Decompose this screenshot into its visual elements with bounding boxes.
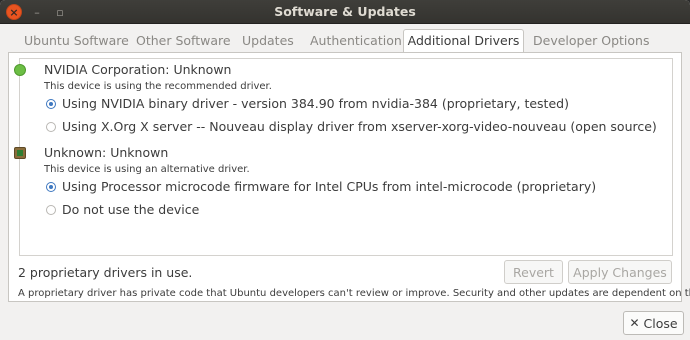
tab-ubuntu-software[interactable]: Ubuntu Software <box>24 30 129 52</box>
title-bar: × – ▫ Software & Updates <box>0 0 690 24</box>
driver-option-label: Do not use the device <box>62 202 200 217</box>
proprietary-driver-footnote: A proprietary driver has private code th… <box>18 288 690 299</box>
radio-selected[interactable] <box>46 182 56 192</box>
tab-other-software[interactable]: Other Software <box>136 30 231 52</box>
tab-additional-drivers[interactable]: Additional Drivers <box>403 29 524 53</box>
close-button-label: Close <box>643 315 678 331</box>
tab-authentication[interactable]: Authentication <box>310 30 402 52</box>
device-name: NVIDIA Corporation: Unknown <box>44 62 232 77</box>
driver-option-label: Using NVIDIA binary driver - version 384… <box>62 96 569 111</box>
device-status-note: This device is using an alternative driv… <box>44 164 250 175</box>
close-icon: ✕ <box>629 316 640 330</box>
driver-status-text: 2 proprietary drivers in use. <box>18 265 193 280</box>
radio-selected[interactable] <box>46 99 56 109</box>
window-title: Software & Updates <box>274 4 416 19</box>
tab-developer-options[interactable]: Developer Options <box>533 30 650 52</box>
radio-unselected[interactable] <box>46 205 56 215</box>
tab-updates[interactable]: Updates <box>242 30 294 52</box>
device-name: Unknown: Unknown <box>44 145 169 160</box>
cpu-chip-icon <box>14 147 26 159</box>
apply-changes-button[interactable]: Apply Changes <box>568 260 672 284</box>
tab-bar: Ubuntu Software Other Software Updates A… <box>8 29 684 53</box>
software-updates-window: × – ▫ Software & Updates Ubuntu Software… <box>0 0 690 340</box>
revert-button[interactable]: Revert <box>504 260 563 284</box>
driver-option-label: Using Processor microcode firmware for I… <box>62 179 597 194</box>
gpu-status-icon <box>14 64 26 76</box>
driver-option-label: Using X.Org X server -- Nouveau display … <box>62 119 657 134</box>
close-button[interactable]: ✕ Close <box>623 311 684 335</box>
device-status-note: This device is using the recommended dri… <box>44 81 272 92</box>
radio-unselected[interactable] <box>46 122 56 132</box>
